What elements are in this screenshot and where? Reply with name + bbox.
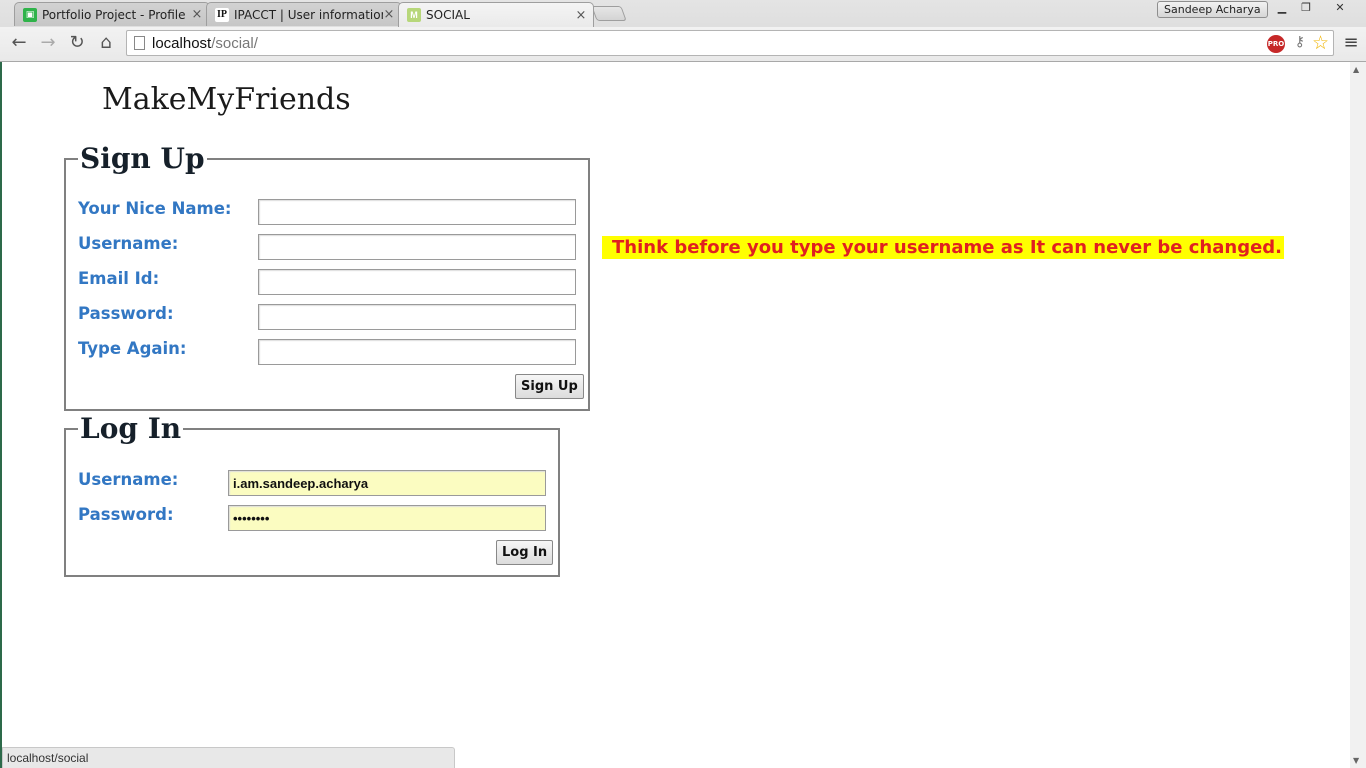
address-bar[interactable]: localhost/social/ PRO ⚷ ☆ [126, 30, 1334, 56]
profile-favicon-icon: ▣ [23, 7, 37, 22]
url-path: /social/ [211, 35, 258, 52]
home-icon[interactable]: ⌂ [95, 32, 117, 54]
window-close-icon[interactable]: ✕ [1328, 1, 1352, 17]
page-icon [134, 36, 145, 50]
url-text[interactable]: localhost/social/ [152, 35, 258, 52]
status-bar: localhost/social [2, 747, 455, 768]
close-icon[interactable]: × [191, 7, 203, 22]
username-warning: Think before you type your username as I… [602, 236, 1285, 259]
ipacct-favicon-icon: IP [215, 7, 229, 22]
close-icon[interactable]: × [383, 7, 395, 22]
login-legend: Log In [80, 412, 182, 445]
email-input[interactable] [258, 269, 576, 295]
login-password-label: Password: [78, 505, 174, 524]
signup-legend: Sign Up [80, 142, 205, 175]
back-arrow-icon[interactable]: ← [8, 32, 30, 54]
tab-ipacct[interactable]: IP IPACCT | User information × [206, 2, 402, 26]
login-password-input[interactable] [228, 505, 546, 531]
tab-title: Portfolio Project - Profile [42, 7, 186, 22]
nice-name-label: Your Nice Name: [78, 199, 232, 218]
tab-title: IPACCT | User information [234, 7, 383, 22]
key-icon[interactable]: ⚷ [1295, 34, 1305, 50]
m-logo-favicon-icon: M [407, 8, 421, 22]
scroll-up-arrow-icon[interactable]: ▲ [1353, 65, 1359, 74]
reload-icon[interactable]: ↻ [66, 32, 88, 54]
pro-extension-icon[interactable]: PRO [1267, 35, 1285, 53]
vertical-scrollbar[interactable]: ▲ ▼ [1350, 62, 1366, 768]
login-username-input[interactable] [228, 470, 546, 496]
scroll-down-arrow-icon[interactable]: ▼ [1353, 756, 1359, 765]
signup-username-label: Username: [78, 234, 179, 253]
email-label: Email Id: [78, 269, 160, 288]
signup-button[interactable]: Sign Up [515, 374, 584, 399]
signup-username-input[interactable] [258, 234, 576, 260]
url-host: localhost [152, 35, 212, 52]
type-again-input[interactable] [258, 339, 576, 365]
minimize-icon[interactable]: ▁ [1270, 1, 1294, 17]
browser-toolbar: ← → ↻ ⌂ localhost/social/ PRO ⚷ ☆ ≡ [0, 27, 1366, 61]
browser-chrome: ▣ Portfolio Project - Profile × IP IPACC… [0, 0, 1366, 62]
login-button[interactable]: Log In [496, 540, 554, 565]
nice-name-input[interactable] [258, 199, 576, 225]
type-again-label: Type Again: [78, 339, 187, 358]
tab-portfolio[interactable]: ▣ Portfolio Project - Profile × [14, 2, 210, 26]
signup-password-input[interactable] [258, 304, 576, 330]
signup-password-label: Password: [78, 304, 174, 323]
profile-button[interactable]: Sandeep Acharya [1157, 1, 1268, 18]
site-title: MakeMyFriends [102, 82, 351, 117]
forward-arrow-icon[interactable]: → [37, 32, 59, 54]
tab-title: SOCIAL [426, 8, 470, 22]
close-icon[interactable]: × [575, 8, 587, 23]
restore-icon[interactable]: ❐ [1294, 1, 1318, 17]
login-username-label: Username: [78, 470, 179, 489]
tab-social[interactable]: M SOCIAL × [398, 2, 594, 27]
hamburger-menu-icon[interactable]: ≡ [1342, 32, 1360, 54]
tab-strip: ▣ Portfolio Project - Profile × IP IPACC… [0, 0, 1366, 27]
new-tab-button[interactable] [591, 6, 627, 21]
bookmark-star-icon[interactable]: ☆ [1312, 32, 1329, 54]
